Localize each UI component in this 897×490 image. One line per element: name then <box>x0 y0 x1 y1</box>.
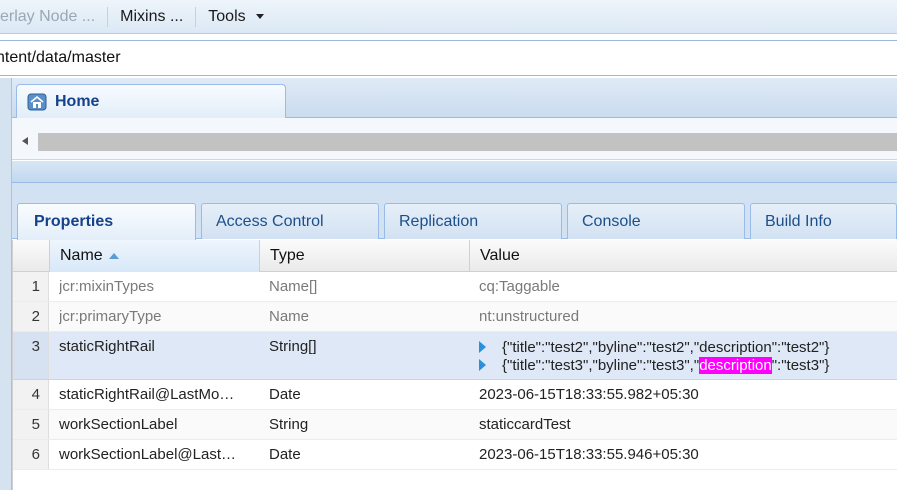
table-row[interactable]: 6 workSectionLabel@Last… Date 2023-06-15… <box>13 440 897 470</box>
scroll-left-icon[interactable] <box>22 137 28 145</box>
multi-value-item[interactable]: {"title":"test2","byline":"test2","descr… <box>479 338 897 356</box>
table-row[interactable]: 2 jcr:primaryType Name nt:unstructured <box>13 302 897 332</box>
column-name-label: Name <box>60 247 103 264</box>
value-text-post: ":"test3"} <box>771 356 830 374</box>
path-field[interactable]: ntent/data/master <box>0 40 897 76</box>
value-text-pre: {"title":"test3","byline":"test3"," <box>502 356 700 374</box>
table-row[interactable]: 4 staticRightRail@LastMo… Date 2023-06-1… <box>13 380 897 410</box>
table-row-selected[interactable]: 3 staticRightRail String[] {"title":"tes… <box>13 332 897 380</box>
column-header-type[interactable]: Type <box>259 240 469 272</box>
search-highlight: description <box>699 356 772 374</box>
property-type: Name[] <box>269 278 318 295</box>
property-value: 2023-06-15T18:33:55.982+05:30 <box>479 386 699 403</box>
table-row[interactable]: 1 jcr:mixinTypes Name[] cq:Taggable <box>13 272 897 302</box>
left-panel-edge <box>0 78 12 490</box>
panel-header <box>12 161 897 183</box>
sort-ascending-icon <box>108 253 119 259</box>
property-value: staticcardTest <box>479 416 571 433</box>
property-value: nt:unstructured <box>479 308 580 325</box>
row-number: 4 <box>13 380 49 409</box>
properties-grid: Name Type Value 1 jcr:mixinTypes Name[] … <box>12 240 897 490</box>
property-name: jcr:mixinTypes <box>59 278 155 295</box>
column-value-label: Value <box>480 247 520 264</box>
property-name: workSectionLabel <box>59 416 178 433</box>
top-toolbar: erlay Node ... Mixins ... Tools <box>0 0 897 34</box>
expand-arrow-icon[interactable] <box>479 341 486 353</box>
grid-header: Name Type Value <box>13 240 897 272</box>
tab-console[interactable]: Console <box>567 203 745 239</box>
tab-home-label: Home <box>55 93 100 110</box>
row-number: 2 <box>13 302 49 331</box>
expand-arrow-icon[interactable] <box>479 359 486 371</box>
tab-home[interactable]: Home <box>16 84 286 119</box>
column-header-name[interactable]: Name <box>49 240 259 272</box>
overlay-node-menu[interactable]: erlay Node ... <box>0 0 107 34</box>
table-row[interactable]: 5 workSectionLabel String staticcardTest <box>13 410 897 440</box>
property-name: jcr:primaryType <box>59 308 162 325</box>
column-type-label: Type <box>270 247 305 264</box>
main-tab-strip: Home <box>12 78 897 119</box>
value-text: {"title":"test2","byline":"test2","descr… <box>502 338 830 356</box>
multi-value-item[interactable]: {"title":"test3","byline":"test3"," descr… <box>479 356 897 374</box>
property-type: Name <box>269 308 310 325</box>
chevron-down-icon <box>255 14 264 19</box>
home-icon <box>27 93 47 111</box>
property-type: String[] <box>269 338 317 355</box>
property-name: staticRightRail <box>59 338 155 355</box>
property-type: String <box>269 416 309 433</box>
column-header-value[interactable]: Value <box>469 240 897 272</box>
property-type: Date <box>269 446 301 463</box>
scrollbar-track[interactable] <box>38 133 897 151</box>
inner-tab-strip: Properties Access Control Replication Co… <box>12 183 897 240</box>
mixins-menu[interactable]: Mixins ... <box>108 0 195 34</box>
path-value: ntent/data/master <box>0 49 121 66</box>
row-number: 1 <box>13 272 49 301</box>
tab-build-info[interactable]: Build Info <box>750 203 897 239</box>
tab-properties[interactable]: Properties <box>17 203 196 240</box>
tab-replication[interactable]: Replication <box>384 203 562 239</box>
property-name: staticRightRail@LastMo… <box>59 386 235 403</box>
tools-menu[interactable]: Tools <box>196 0 275 34</box>
property-value: 2023-06-15T18:33:55.946+05:30 <box>479 446 699 463</box>
horizontal-scroller <box>12 118 897 160</box>
property-type: Date <box>269 386 301 403</box>
property-value: cq:Taggable <box>479 278 560 295</box>
tools-label: Tools <box>208 7 246 25</box>
row-number: 6 <box>13 440 49 469</box>
tab-access-control[interactable]: Access Control <box>201 203 379 239</box>
row-number: 5 <box>13 410 49 439</box>
multi-value-list: {"title":"test2","byline":"test2","descr… <box>479 338 897 374</box>
row-number: 3 <box>13 332 49 379</box>
property-name: workSectionLabel@Last… <box>59 446 236 463</box>
